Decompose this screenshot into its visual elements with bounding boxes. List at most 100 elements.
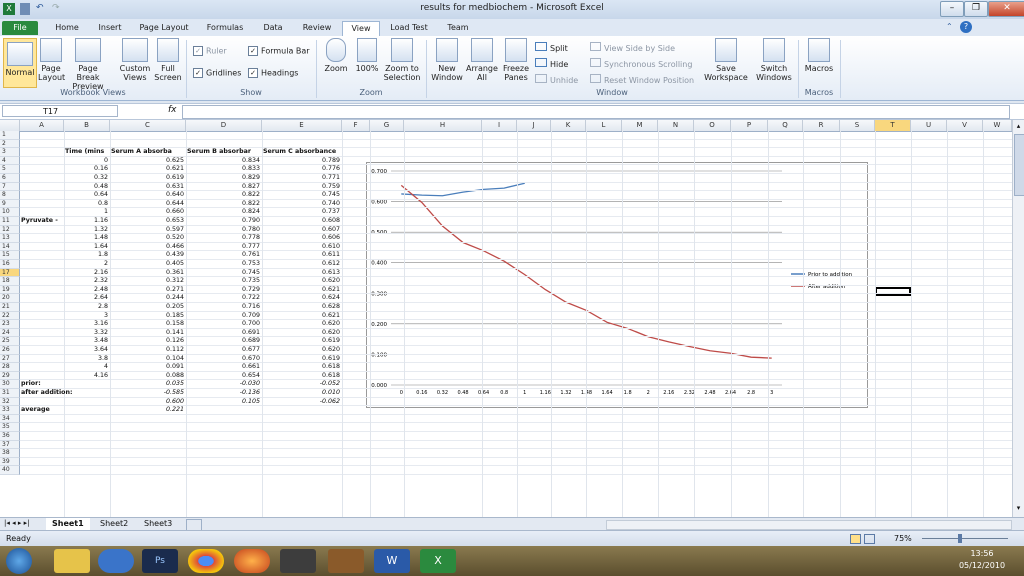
serum-a-cell[interactable]: 0.361 — [111, 269, 184, 278]
zoom-slider[interactable] — [922, 538, 1008, 539]
normal-view-button[interactable]: Normal — [3, 38, 37, 88]
hide-button[interactable]: Hide — [535, 58, 568, 69]
column-header-q[interactable]: Q — [768, 120, 803, 131]
column-header-p[interactable]: P — [731, 120, 768, 131]
serum-a-cell[interactable]: 0.312 — [111, 277, 184, 286]
serum-a-cell[interactable]: 0.640 — [111, 191, 184, 200]
time-cell[interactable]: 3.8 — [65, 355, 108, 364]
view-side-by-side-button[interactable]: View Side by Side — [590, 42, 675, 53]
average-label[interactable]: average — [21, 406, 62, 415]
time-cell[interactable]: 2.48 — [65, 286, 108, 295]
serum-c-cell[interactable]: 0.618 — [263, 363, 340, 372]
row-header[interactable]: 28 — [0, 363, 20, 372]
zoom-level[interactable]: 75% — [894, 534, 912, 543]
column-header-f[interactable]: F — [342, 120, 370, 131]
serum-a-cell[interactable]: 0.158 — [111, 320, 184, 329]
row-header[interactable]: 36 — [0, 432, 20, 441]
serum-c-cell[interactable]: 0.745 — [263, 191, 340, 200]
row-header[interactable]: 22 — [0, 311, 20, 321]
sheet-tab-3[interactable]: Sheet3 — [138, 518, 178, 530]
start-button-icon[interactable] — [6, 548, 32, 574]
zoom-button[interactable]: Zoom — [322, 38, 350, 73]
serum-a-cell[interactable]: 0.405 — [111, 260, 184, 269]
serum-b-cell[interactable]: 0.654 — [187, 372, 260, 381]
pyruvate-label[interactable]: Pyruvate - — [21, 217, 62, 226]
tab-insert[interactable]: Insert — [90, 21, 130, 35]
page-break-preview-button[interactable]: Page Break Preview — [66, 38, 110, 91]
row-header[interactable]: 32 — [0, 397, 20, 407]
row-header[interactable]: 19 — [0, 285, 20, 295]
time-cell[interactable]: 4 — [65, 363, 108, 372]
serum-a-cell[interactable]: 0.621 — [111, 165, 184, 174]
serum-c-cell[interactable]: 0.620 — [263, 346, 340, 355]
zoom-100-button[interactable]: 100% — [354, 38, 380, 73]
time-cell[interactable]: 2.32 — [65, 277, 108, 286]
column-header-i[interactable]: I — [482, 120, 517, 131]
time-cell[interactable]: 2.16 — [65, 269, 108, 278]
row-header[interactable]: 8 — [0, 191, 20, 200]
diff-serum-a[interactable]: 0.600 — [111, 398, 184, 407]
tab-file[interactable]: File — [2, 21, 38, 35]
split-button[interactable]: Split — [535, 42, 568, 53]
worksheet-grid[interactable]: ABCDEFGHIJKLMNOPQRSTUVW 0.000 0.100 0.200 0… — [0, 120, 1012, 517]
serum-c-cell[interactable]: 0.618 — [263, 372, 340, 381]
serum-a-cell[interactable]: 0.466 — [111, 243, 184, 252]
row-header[interactable]: 31 — [0, 389, 20, 398]
serum-c-cell[interactable]: 0.737 — [263, 208, 340, 217]
tab-page-layout[interactable]: Page Layout — [134, 21, 194, 35]
row-header[interactable]: 20 — [0, 294, 20, 303]
horizontal-scrollbar[interactable] — [606, 520, 1012, 530]
clock-date[interactable]: 05/12/2010 — [954, 561, 1010, 570]
tab-review[interactable]: Review — [296, 21, 338, 35]
column-header-s[interactable]: S — [840, 120, 875, 131]
synchronous-scrolling-button[interactable]: Synchronous Scrolling — [590, 58, 692, 69]
serum-c-cell[interactable]: 0.619 — [263, 355, 340, 364]
after-serum-c[interactable]: 0.010 — [263, 389, 340, 398]
time-cell[interactable]: 4.16 — [65, 372, 108, 381]
after-serum-a[interactable]: -0.585 — [111, 389, 184, 398]
serum-c-cell[interactable]: 0.771 — [263, 174, 340, 183]
serum-b-cell[interactable]: 0.716 — [187, 303, 260, 312]
normal-view-icon[interactable] — [850, 534, 861, 544]
serum-a-cell[interactable]: 0.653 — [111, 217, 184, 226]
row-header[interactable]: 12 — [0, 225, 20, 235]
serum-c-cell[interactable]: 0.610 — [263, 243, 340, 252]
freeze-panes-button[interactable]: Freeze Panes — [500, 38, 532, 82]
serum-a-cell[interactable]: 0.185 — [111, 312, 184, 321]
header-serum-c[interactable]: Serum C absorbance — [263, 148, 340, 157]
serum-b-cell[interactable]: 0.833 — [187, 165, 260, 174]
page-layout-button[interactable]: Page Layout — [38, 38, 65, 82]
serum-c-cell[interactable]: 0.789 — [263, 157, 340, 166]
custom-views-button[interactable]: Custom Views — [118, 38, 152, 82]
time-cell[interactable]: 0.48 — [65, 183, 108, 192]
tab-home[interactable]: Home — [48, 21, 86, 35]
serum-c-cell[interactable]: 0.620 — [263, 277, 340, 286]
row-header[interactable]: 30 — [0, 380, 20, 389]
serum-b-cell[interactable]: 0.780 — [187, 226, 260, 235]
column-header-m[interactable]: M — [622, 120, 658, 131]
serum-b-cell[interactable]: 0.700 — [187, 320, 260, 329]
serum-a-cell[interactable]: 0.141 — [111, 329, 184, 338]
formula-bar-checkbox[interactable]: ✓ Formula Bar — [248, 46, 310, 56]
serum-a-cell[interactable]: 0.619 — [111, 174, 184, 183]
prior-serum-a[interactable]: 0.035 — [111, 380, 184, 389]
app-icon[interactable] — [280, 549, 316, 573]
time-cell[interactable]: 3.16 — [65, 320, 108, 329]
tab-formulas[interactable]: Formulas — [200, 21, 250, 35]
prior-serum-b[interactable]: -0.030 — [187, 380, 260, 389]
time-cell[interactable]: 0.64 — [65, 191, 108, 200]
serum-b-cell[interactable]: 0.824 — [187, 208, 260, 217]
time-cell[interactable]: 1.48 — [65, 234, 108, 243]
clock-time[interactable]: 13:56 — [960, 549, 1004, 558]
select-all-corner[interactable] — [0, 120, 20, 131]
row-header[interactable]: 4 — [0, 156, 20, 166]
new-window-button[interactable]: New Window — [430, 38, 464, 82]
row-header[interactable]: 18 — [0, 277, 20, 286]
time-cell[interactable]: 1.8 — [65, 251, 108, 260]
serum-c-cell[interactable]: 0.621 — [263, 286, 340, 295]
column-header-n[interactable]: N — [658, 120, 694, 131]
header-serum-a[interactable]: Serum A absorba — [111, 148, 184, 157]
row-header[interactable]: 27 — [0, 354, 20, 364]
row-header[interactable]: 35 — [0, 423, 20, 432]
row-header[interactable]: 29 — [0, 371, 20, 381]
